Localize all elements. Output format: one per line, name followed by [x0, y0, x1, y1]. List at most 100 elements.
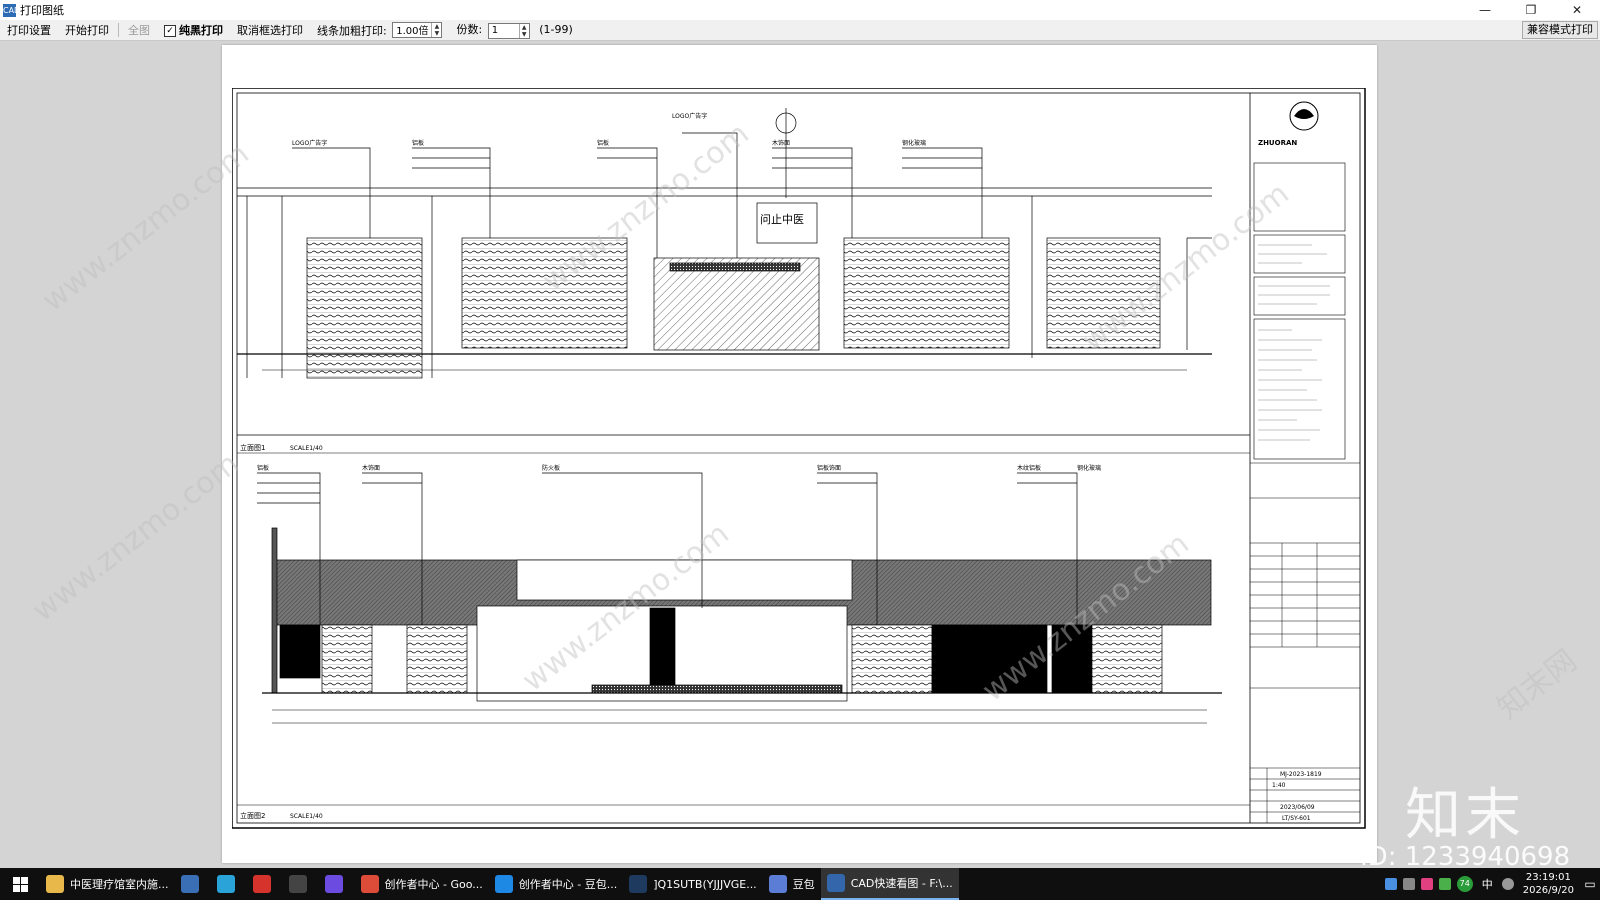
- start-print-button[interactable]: 开始打印: [58, 22, 116, 38]
- taskbar-app-label: 豆包: [792, 878, 815, 891]
- start-button[interactable]: [0, 868, 40, 900]
- pure-black-toggle[interactable]: ✓ 纯黑打印: [157, 22, 230, 38]
- annotation-top-5: 钢化玻璃: [902, 139, 926, 147]
- restore-button[interactable]: ❐: [1508, 0, 1554, 20]
- print-preview-paper: ZHUORAN MJ-2023-1819 1:40 2023/06/09 LT/…: [222, 45, 1377, 863]
- photoshop-icon: [629, 875, 648, 893]
- tray-app-icon[interactable]: [1438, 878, 1451, 890]
- copies-control: 份数: 1 ▲ ▼ (1-99): [449, 21, 579, 39]
- acrobat-icon: [252, 875, 271, 893]
- cad-icon: [826, 874, 845, 892]
- line-bold-value[interactable]: 1.00倍: [393, 22, 431, 37]
- taskbar-app-chrome[interactable]: 创作者中心 - Goo...: [355, 868, 489, 900]
- door-sign-text: 问止中医: [760, 213, 804, 226]
- annotation-top-3: 铝板: [597, 139, 609, 147]
- copies-value[interactable]: 1: [489, 25, 519, 36]
- znzmo-icon: [288, 875, 307, 893]
- ime-indicator[interactable]: 中: [1482, 876, 1493, 892]
- toolbar-divider: [118, 23, 119, 37]
- cancel-select-print-button[interactable]: 取消框选打印: [230, 22, 310, 38]
- taskbar-app-edge[interactable]: [211, 868, 247, 900]
- watermark-text: 知末网: [1490, 643, 1584, 727]
- taskbar-app-browser[interactable]: 创作者中心 - 豆包...: [489, 868, 623, 900]
- clock-time: 23:19:01: [1525, 872, 1571, 883]
- close-button[interactable]: ✕: [1554, 0, 1600, 20]
- pure-black-label: 纯黑打印: [179, 24, 223, 37]
- taskbar-app-photoshop[interactable]: ]Q1SUTB(YJJJVGE...: [623, 868, 762, 900]
- tray-app-icon[interactable]: [1384, 878, 1397, 890]
- browser-icon: [494, 875, 513, 893]
- window-title: 打印图纸: [20, 4, 64, 17]
- app-icon: CAD: [3, 3, 21, 17]
- taskbar-app-folder[interactable]: 中医理疗馆室内施...: [40, 868, 175, 900]
- system-clock[interactable]: 23:19:01 2026/9/20: [1523, 871, 1574, 897]
- print-settings-button[interactable]: 打印设置: [0, 22, 58, 38]
- scale-note: 1:40: [1272, 782, 1286, 789]
- windows-logo-icon: [12, 876, 28, 892]
- minimize-button[interactable]: —: [1462, 0, 1508, 20]
- title-block: ZHUORAN MJ-2023-1819 1:40 2023/06/09 LT/…: [1250, 101, 1360, 823]
- doubao-icon: [768, 875, 787, 893]
- print-toolbar: 打印设置 开始打印 全图 ✓ 纯黑打印 取消框选打印 线条加粗打印: 1.00倍 ▲…: [0, 20, 1600, 41]
- taskbar-app-acrobat[interactable]: [247, 868, 283, 900]
- tray-app-icon[interactable]: [1420, 878, 1433, 890]
- line-bold-label: 线条加粗打印:: [317, 24, 387, 38]
- edge-icon: [216, 875, 235, 893]
- cad-drawing-sheet: ZHUORAN MJ-2023-1819 1:40 2023/06/09 LT/…: [232, 88, 1366, 829]
- annotation-bottom-2: 防火板: [542, 464, 560, 472]
- windows-taskbar: 中医理疗馆室内施... 创作者中心 - Goo... 创作者中心 - 豆包... ]Q…: [0, 868, 1600, 900]
- taskbar-app-cad[interactable]: CAD快速看图 - F:\...: [820, 868, 959, 900]
- stepper-arrows-icon[interactable]: ▲ ▼: [431, 22, 441, 37]
- project-number: MJ-2023-1819: [1280, 771, 1322, 778]
- annotation-bottom-4: 木纹铝板: [1017, 464, 1041, 472]
- window-titlebar: CAD 打印图纸 — ❐ ✕: [0, 0, 1600, 20]
- annotation-bottom-5: 钢化玻璃: [1077, 464, 1101, 472]
- calculator-icon: [180, 875, 199, 893]
- drawing-date: 2023/06/09: [1280, 804, 1315, 811]
- copies-label: 份数:: [456, 23, 483, 37]
- taskbar-app-doubao[interactable]: 豆包: [763, 868, 821, 900]
- watermark-text: www.znzmo.com: [25, 446, 246, 629]
- annotation-bottom-0: 铝板: [257, 464, 269, 472]
- elevation1-label: 立面图1: [240, 443, 265, 452]
- taskbar-app-calculator[interactable]: [175, 868, 211, 900]
- sheet-number: LT/SY-601: [1282, 815, 1311, 822]
- taskbar-app-label: 创作者中心 - Goo...: [384, 878, 483, 891]
- chrome-icon: [360, 875, 379, 893]
- elevation-1: 问止中医: [237, 108, 1212, 379]
- line-bold-control: 线条加粗打印: 1.00倍 ▲ ▼: [310, 21, 449, 39]
- stepper-arrows-icon[interactable]: ▲ ▼: [518, 23, 529, 38]
- annotation-top-4: 木饰面: [772, 139, 790, 147]
- elevation2-scale: SCALE1/40: [290, 813, 323, 820]
- pure-black-checkbox[interactable]: ✓: [164, 25, 176, 37]
- annotation-bottom-1: 木饰面: [362, 464, 380, 472]
- taskbar-apps: 中医理疗馆室内施... 创作者中心 - Goo... 创作者中心 - 豆包... ]Q…: [40, 868, 959, 900]
- watermark-brand: 知末: [1405, 783, 1525, 848]
- compat-mode-print-button[interactable]: 兼容模式打印: [1522, 21, 1598, 39]
- annotation-top-0: LOGO广告字: [292, 139, 327, 147]
- copies-stepper[interactable]: 1 ▲ ▼: [487, 22, 530, 39]
- taskbar-app-znzmo[interactable]: [283, 868, 319, 900]
- taskbar-app-label: 中医理疗馆室内施...: [70, 878, 169, 891]
- tray-app-icon[interactable]: [1402, 878, 1415, 890]
- notification-icon[interactable]: ▭: [1580, 868, 1600, 900]
- elevation1-scale: SCALE1/40: [290, 445, 323, 452]
- annotation-bottom-3: 铝板饰面: [817, 464, 841, 472]
- copies-range: (1-99): [539, 23, 573, 37]
- elevation-2: [257, 472, 1222, 724]
- ai-icon: [324, 875, 343, 893]
- folder-icon: [46, 875, 64, 893]
- line-bold-stepper[interactable]: 1.00倍 ▲ ▼: [392, 21, 443, 38]
- taskbar-app-label: 创作者中心 - 豆包...: [518, 878, 618, 891]
- battery-badge[interactable]: 74: [1456, 876, 1473, 892]
- elevation2-label: 立面图2: [240, 811, 265, 820]
- taskbar-app-label: CAD快速看图 - F:\...: [850, 877, 953, 890]
- volume-icon[interactable]: [1501, 878, 1514, 890]
- full-view-button[interactable]: 全图: [121, 22, 157, 38]
- taskbar-app-ai[interactable]: [319, 868, 355, 900]
- annotation-top-2: LOGO广告字: [672, 112, 707, 120]
- company-name: ZHUORAN: [1258, 139, 1297, 147]
- taskbar-app-label: ]Q1SUTB(YJJJVGE...: [653, 877, 757, 891]
- window-controls: — ❐ ✕: [1462, 0, 1600, 20]
- system-tray: 74 中 23:19:01 2026/9/20 ▭: [1382, 868, 1600, 900]
